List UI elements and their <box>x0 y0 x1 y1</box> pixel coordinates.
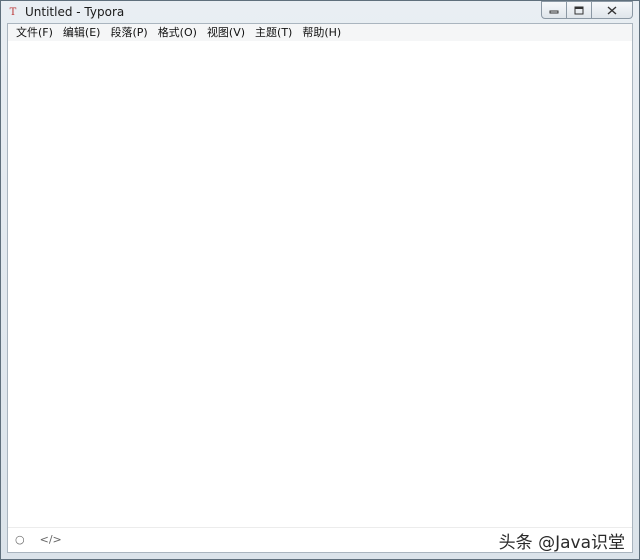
minimize-button[interactable] <box>541 1 567 19</box>
title-bar[interactable]: T Untitled - Typora <box>1 1 639 23</box>
minimize-icon <box>549 10 559 14</box>
watermark-text: 头条 @Java识堂 <box>498 533 625 553</box>
menu-bar: 文件(F) 编辑(E) 段落(P) 格式(O) 视图(V) 主题(T) 帮助(H… <box>8 24 632 42</box>
window-controls <box>541 1 633 19</box>
menu-view[interactable]: 视图(V) <box>202 24 250 41</box>
menu-theme[interactable]: 主题(T) <box>250 24 297 41</box>
outline-toggle-icon[interactable]: ○ <box>15 528 25 552</box>
maximize-button[interactable] <box>566 1 592 19</box>
maximize-icon <box>574 6 584 14</box>
typora-app-icon[interactable]: T <box>6 5 20 19</box>
client-area: 文件(F) 编辑(E) 段落(P) 格式(O) 视图(V) 主题(T) 帮助(H… <box>7 23 633 553</box>
menu-paragraph[interactable]: 段落(P) <box>105 24 152 41</box>
close-button[interactable] <box>591 1 633 19</box>
menu-edit[interactable]: 编辑(E) <box>58 24 106 41</box>
editor-area[interactable] <box>8 41 632 528</box>
window-title: Untitled - Typora <box>25 5 125 19</box>
menu-file[interactable]: 文件(F) <box>11 24 58 41</box>
menu-format[interactable]: 格式(O) <box>153 24 202 41</box>
menu-help[interactable]: 帮助(H) <box>297 24 346 41</box>
app-window: T Untitled - Typora 文件(F) 编辑(E) 段落(P) 格式… <box>0 0 640 560</box>
source-code-mode-icon[interactable]: </> <box>40 528 62 552</box>
close-icon <box>607 5 617 15</box>
